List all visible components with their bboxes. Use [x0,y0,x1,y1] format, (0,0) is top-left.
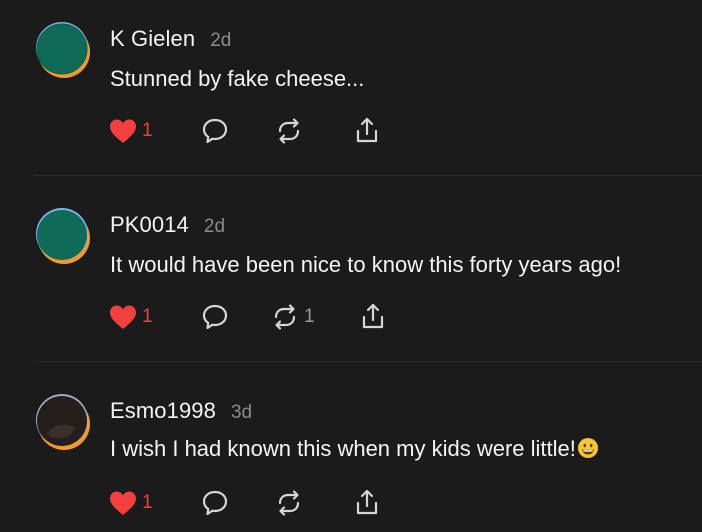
restack-button[interactable] [274,116,308,146]
avatar[interactable] [35,394,91,450]
speech-bubble-icon [200,116,230,146]
restack-button[interactable]: 1 [270,302,315,332]
comment-text: It would have been nice to know this for… [110,252,622,277]
comment-item: PK0014 2d It would have been nice to kno… [0,186,702,372]
like-button[interactable]: 1 [108,488,153,518]
like-count: 1 [142,120,153,141]
like-button[interactable]: 1 [108,116,153,146]
heart-icon [108,303,138,331]
action-bar: 1 [108,488,408,518]
comment-text: Stunned by fake cheese... [110,66,365,91]
reply-button[interactable] [200,302,230,332]
heart-icon [108,489,138,517]
username[interactable]: Esmo1998 [110,398,216,424]
share-upload-icon [352,116,382,146]
share-button[interactable] [352,116,382,146]
avatar[interactable] [35,22,91,78]
speech-bubble-icon [200,302,230,332]
share-upload-icon [352,488,382,518]
username[interactable]: PK0014 [110,212,189,238]
like-button[interactable]: 1 [108,302,153,332]
share-upload-icon [358,302,388,332]
comment-text: I wish I had known this when my kids wer… [110,436,599,462]
action-bar: 1 [108,116,408,146]
comment-feed: K Gielen 2d Stunned by fake cheese... 1 [0,0,702,532]
share-button[interactable] [358,302,388,332]
like-count: 1 [142,306,153,327]
avatar[interactable] [35,208,91,264]
divider [34,175,702,176]
comment-header: Esmo1998 3d [110,398,252,424]
action-bar: 1 1 [108,302,408,332]
comment-text-content: I wish I had known this when my kids wer… [110,436,576,461]
comment-header: K Gielen 2d [110,26,231,52]
repeat-arrows-icon [270,302,300,332]
comment-header: PK0014 2d [110,212,225,238]
username[interactable]: K Gielen [110,26,195,52]
restack-button[interactable] [274,488,308,518]
share-button[interactable] [352,488,382,518]
heart-icon [108,117,138,145]
repeat-arrows-icon [274,116,304,146]
timestamp[interactable]: 3d [231,402,252,424]
reply-button[interactable] [200,116,230,146]
repeat-arrows-icon [274,488,304,518]
comment-item: K Gielen 2d Stunned by fake cheese... 1 [0,0,702,186]
grinning-face-emoji [577,437,599,459]
timestamp[interactable]: 2d [210,30,231,52]
speech-bubble-icon [200,488,230,518]
comment-item: Esmo1998 3d I wish I had known this when… [0,372,702,532]
timestamp[interactable]: 2d [204,216,225,238]
restack-count: 1 [304,306,315,327]
like-count: 1 [142,492,153,513]
divider [34,361,702,362]
reply-button[interactable] [200,488,230,518]
